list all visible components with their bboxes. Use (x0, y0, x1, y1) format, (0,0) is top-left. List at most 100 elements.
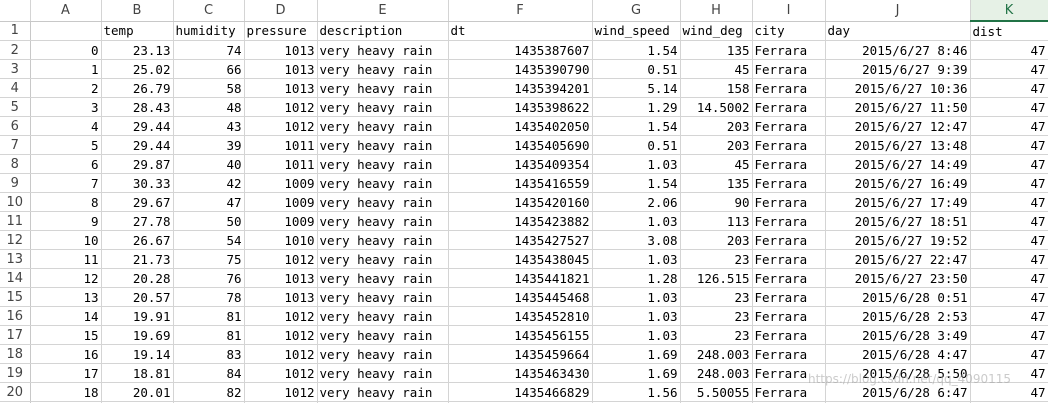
cell-k7[interactable]: 47 (970, 135, 1048, 155)
cell-i15[interactable]: Ferrara (752, 287, 826, 307)
cell-i5[interactable]: Ferrara (752, 97, 826, 117)
cell-e16[interactable]: very heavy rain (317, 306, 449, 326)
spreadsheet-grid[interactable]: ABCDEFGHIJK 1 temp humidity pressure descrip… (0, 0, 1048, 403)
cell-d15[interactable]: 1013 (244, 287, 318, 307)
cell-c20[interactable]: 82 (173, 382, 245, 402)
cell-b12[interactable]: 26.67 (101, 230, 174, 250)
cell-k20[interactable]: 47 (970, 382, 1048, 402)
cell-a8[interactable]: 6 (30, 154, 102, 174)
cell-b9[interactable]: 30.33 (101, 173, 174, 193)
cell-d10[interactable]: 1009 (244, 192, 318, 212)
cell-h18[interactable]: 248.003 (680, 344, 753, 364)
column-header-d[interactable]: D (244, 0, 318, 22)
cell-h7[interactable]: 203 (680, 135, 753, 155)
cell-g15[interactable]: 1.03 (592, 287, 681, 307)
cell-j14[interactable]: 2015/6/27 23:50 (825, 268, 971, 288)
cell-b17[interactable]: 19.69 (101, 325, 174, 345)
column-header-j[interactable]: J (825, 0, 971, 22)
cell-g5[interactable]: 1.29 (592, 97, 681, 117)
cell-c8[interactable]: 40 (173, 154, 245, 174)
cell-k5[interactable]: 47 (970, 97, 1048, 117)
cell-k13[interactable]: 47 (970, 249, 1048, 269)
cell-c12[interactable]: 54 (173, 230, 245, 250)
cell-g1[interactable]: wind_speed (592, 21, 681, 41)
cell-a16[interactable]: 14 (30, 306, 102, 326)
cell-a17[interactable]: 15 (30, 325, 102, 345)
column-header-a[interactable]: A (30, 0, 102, 22)
cell-b4[interactable]: 26.79 (101, 78, 174, 98)
cell-k2[interactable]: 47 (970, 40, 1048, 60)
cell-g20[interactable]: 1.56 (592, 382, 681, 402)
cell-e13[interactable]: very heavy rain (317, 249, 449, 269)
cell-i12[interactable]: Ferrara (752, 230, 826, 250)
cell-g9[interactable]: 1.54 (592, 173, 681, 193)
cell-c18[interactable]: 83 (173, 344, 245, 364)
cell-h1[interactable]: wind_deg (680, 21, 753, 41)
cell-e8[interactable]: very heavy rain (317, 154, 449, 174)
cell-f1[interactable]: dt (448, 21, 593, 41)
cell-h5[interactable]: 14.5002 (680, 97, 753, 117)
row-header-20[interactable]: 20 (0, 382, 31, 402)
cell-f4[interactable]: 1435394201 (448, 78, 593, 98)
cell-f14[interactable]: 1435441821 (448, 268, 593, 288)
row-header-11[interactable]: 11 (0, 211, 31, 231)
cell-h16[interactable]: 23 (680, 306, 753, 326)
cell-k4[interactable]: 47 (970, 78, 1048, 98)
cell-h9[interactable]: 135 (680, 173, 753, 193)
row-header-12[interactable]: 12 (0, 230, 31, 250)
cell-c13[interactable]: 75 (173, 249, 245, 269)
column-header-b[interactable]: B (101, 0, 174, 22)
cell-k1[interactable]: dist (970, 21, 1048, 41)
cell-b18[interactable]: 19.14 (101, 344, 174, 364)
cell-b13[interactable]: 21.73 (101, 249, 174, 269)
row-header-17[interactable]: 17 (0, 325, 31, 345)
cell-e3[interactable]: very heavy rain (317, 59, 449, 79)
cell-d16[interactable]: 1012 (244, 306, 318, 326)
cell-k9[interactable]: 47 (970, 173, 1048, 193)
cell-h14[interactable]: 126.515 (680, 268, 753, 288)
cell-g7[interactable]: 0.51 (592, 135, 681, 155)
row-header-6[interactable]: 6 (0, 116, 31, 136)
cell-e6[interactable]: very heavy rain (317, 116, 449, 136)
cell-j2[interactable]: 2015/6/27 8:46 (825, 40, 971, 60)
cell-c17[interactable]: 81 (173, 325, 245, 345)
cell-d2[interactable]: 1013 (244, 40, 318, 60)
cell-a9[interactable]: 7 (30, 173, 102, 193)
row-header-8[interactable]: 8 (0, 154, 31, 174)
cell-h20[interactable]: 5.50055 (680, 382, 753, 402)
cell-g17[interactable]: 1.03 (592, 325, 681, 345)
cell-a18[interactable]: 16 (30, 344, 102, 364)
cell-e14[interactable]: very heavy rain (317, 268, 449, 288)
cell-d20[interactable]: 1012 (244, 382, 318, 402)
cell-d19[interactable]: 1012 (244, 363, 318, 383)
cell-f15[interactable]: 1435445468 (448, 287, 593, 307)
cell-d17[interactable]: 1012 (244, 325, 318, 345)
cell-e17[interactable]: very heavy rain (317, 325, 449, 345)
cell-b15[interactable]: 20.57 (101, 287, 174, 307)
cell-a14[interactable]: 12 (30, 268, 102, 288)
row-header-18[interactable]: 18 (0, 344, 31, 364)
cell-c1[interactable]: humidity (173, 21, 245, 41)
cell-d3[interactable]: 1013 (244, 59, 318, 79)
cell-g12[interactable]: 3.08 (592, 230, 681, 250)
cell-b6[interactable]: 29.44 (101, 116, 174, 136)
cell-j4[interactable]: 2015/6/27 10:36 (825, 78, 971, 98)
cell-j3[interactable]: 2015/6/27 9:39 (825, 59, 971, 79)
cell-a6[interactable]: 4 (30, 116, 102, 136)
row-header-13[interactable]: 13 (0, 249, 31, 269)
cell-k12[interactable]: 47 (970, 230, 1048, 250)
cell-k17[interactable]: 47 (970, 325, 1048, 345)
cell-g10[interactable]: 2.06 (592, 192, 681, 212)
cell-a7[interactable]: 5 (30, 135, 102, 155)
cell-d5[interactable]: 1012 (244, 97, 318, 117)
column-header-c[interactable]: C (173, 0, 245, 22)
cell-c5[interactable]: 48 (173, 97, 245, 117)
row-header-15[interactable]: 15 (0, 287, 31, 307)
cell-j18[interactable]: 2015/6/28 4:47 (825, 344, 971, 364)
cell-e18[interactable]: very heavy rain (317, 344, 449, 364)
cell-d13[interactable]: 1012 (244, 249, 318, 269)
column-header-f[interactable]: F (448, 0, 593, 22)
cell-b1[interactable]: temp (101, 21, 174, 41)
cell-b2[interactable]: 23.13 (101, 40, 174, 60)
cell-b10[interactable]: 29.67 (101, 192, 174, 212)
